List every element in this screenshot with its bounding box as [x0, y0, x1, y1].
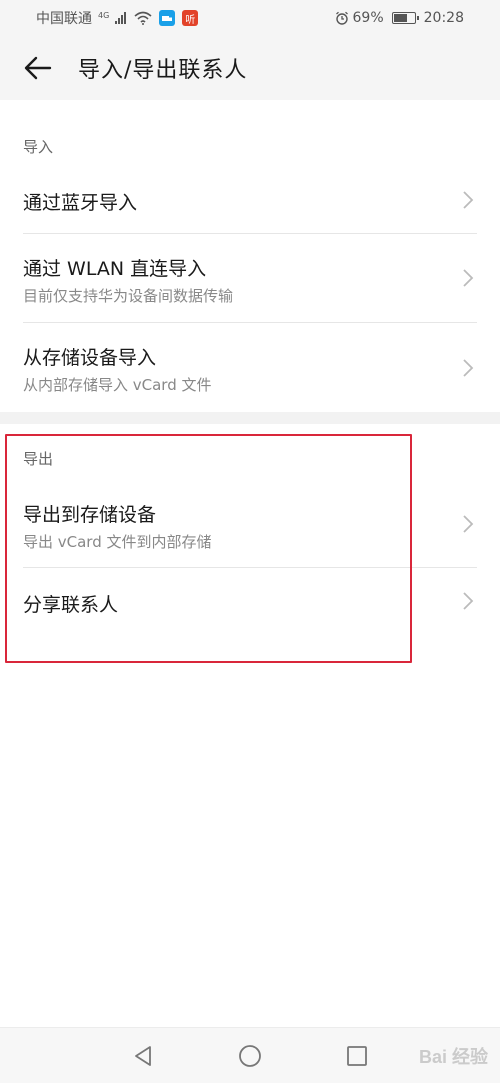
import-storage-item[interactable]: 从存储设备导入 从内部存储导入 vCard 文件	[0, 323, 500, 412]
export-storage-subtitle: 导出 vCard 文件到内部存储	[23, 533, 212, 551]
back-button[interactable]	[8, 36, 68, 100]
wifi-icon	[134, 11, 152, 25]
export-section: 导出 导出到存储设备 导出 vCard 文件到内部存储 分享联系人	[0, 424, 500, 654]
import-wlan-direct-subtitle: 目前仅支持华为设备间数据传输	[23, 287, 234, 305]
import-bluetooth-title: 通过蓝牙导入	[23, 192, 138, 214]
notification-app-icon	[159, 10, 176, 26]
triangle-back-icon	[135, 1045, 152, 1066]
carrier-label: 中国联通	[36, 11, 92, 27]
chevron-right-icon	[463, 592, 474, 610]
status-bar: 中国联通 4G 听 69% 20:28	[0, 0, 500, 36]
section-separator	[0, 412, 500, 424]
circle-home-icon	[239, 1044, 261, 1067]
chevron-right-icon	[463, 269, 474, 287]
battery-percent-label: 69%	[352, 10, 384, 26]
signal-icon	[115, 12, 127, 24]
arrow-left-icon	[24, 56, 52, 80]
import-wlan-direct-item[interactable]: 通过 WLAN 直连导入 目前仅支持华为设备间数据传输	[0, 234, 500, 322]
chevron-right-icon	[463, 191, 474, 209]
import-section: 导入 通过蓝牙导入 通过 WLAN 直连导入 目前仅支持华为设备间数据传输 从存…	[0, 100, 500, 412]
import-bluetooth-item[interactable]: 通过蓝牙导入	[0, 166, 500, 234]
battery-icon	[391, 12, 419, 24]
chevron-right-icon	[463, 359, 474, 377]
square-recents-icon	[346, 1045, 367, 1066]
clock-label: 20:28	[423, 10, 464, 26]
import-wlan-direct-title: 通过 WLAN 直连导入	[23, 258, 207, 280]
network-type-label: 4G	[98, 10, 110, 20]
import-section-header: 导入	[23, 138, 54, 156]
nav-back-button[interactable]	[123, 1036, 163, 1076]
export-section-header: 导出	[23, 450, 54, 468]
page-title: 导入/导出联系人	[78, 58, 248, 83]
share-contacts-item[interactable]: 分享联系人	[0, 568, 500, 636]
nav-recents-button[interactable]	[337, 1036, 377, 1076]
share-contacts-title: 分享联系人	[23, 594, 119, 616]
import-storage-title: 从存储设备导入	[23, 347, 157, 369]
status-left: 中国联通 4G 听	[36, 8, 199, 28]
export-storage-item[interactable]: 导出到存储设备 导出 vCard 文件到内部存储	[0, 478, 500, 567]
chevron-right-icon	[463, 515, 474, 533]
export-storage-title: 导出到存储设备	[23, 504, 157, 526]
status-right: 69% 20:28	[335, 10, 464, 26]
nav-home-button[interactable]	[230, 1036, 270, 1076]
alarm-icon	[335, 11, 348, 25]
watermark-text: Bai 经验	[418, 1047, 488, 1067]
app-bar: 导入/导出联系人	[0, 36, 500, 100]
notification-listen-icon: 听	[182, 10, 199, 26]
import-storage-subtitle: 从内部存储导入 vCard 文件	[23, 376, 212, 394]
